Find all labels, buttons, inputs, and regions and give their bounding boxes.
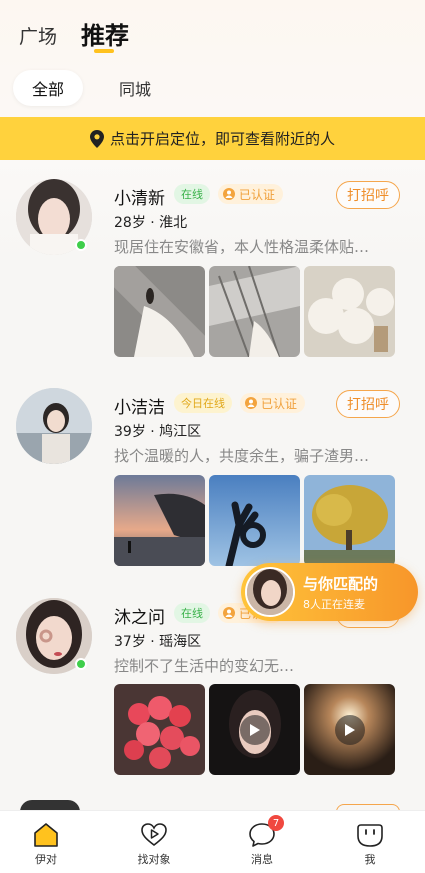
photo-thumbnail[interactable] [114,684,205,775]
nav-label: 找对象 [137,853,171,866]
user-name: 沐之问 [114,608,165,628]
photo-image [209,266,300,357]
photo-thumbnail[interactable] [114,475,205,566]
photo-thumbnail[interactable] [209,475,300,566]
face-icon [357,824,383,847]
location-banner[interactable]: 点击开启定位，即可查看附近的人 [0,117,425,160]
online-indicator [75,658,87,670]
tab-plaza[interactable]: 广场 [19,22,57,49]
match-avatar [245,567,295,617]
verified-icon [245,397,257,409]
status-badge: 在线 [174,603,210,623]
photo-image [209,475,300,566]
avatar[interactable] [16,179,92,255]
nav-label: 伊对 [35,853,57,866]
user-card[interactable]: 小洁洁 今日在线 已认证 打招呼 39岁 · 鸠江区 找个温暖的人，共度余生，骗… [0,385,425,575]
avatar[interactable] [16,388,92,464]
location-banner-text: 点击开启定位，即可查看附近的人 [109,130,335,148]
nav-item-find[interactable]: 找对象 [114,811,194,873]
photo-thumbnail[interactable] [304,475,395,566]
photo-image [304,475,395,566]
nav-item-home[interactable]: 伊对 [6,811,86,873]
nav-label: 我 [364,853,376,866]
verified-label: 已认证 [239,187,276,202]
user-card[interactable]: 沐之问 在线 已认证 打招呼 37岁 · 瑶海区 控制不了生活中的变幻无… [0,595,425,785]
age-location: 28岁 · 淮北 [114,215,188,231]
bio-text: 现居住在安徽省，本人性格温柔体贴… [114,238,370,256]
match-floating-button[interactable]: 与你匹配的 8人正在连麦 [241,563,418,621]
verified-badge: 已认证 [240,393,306,413]
top-tab-bar: 广场 推荐 [0,0,425,64]
status-badge: 今日在线 [174,393,232,413]
match-avatar-photo [247,569,293,615]
photo-thumbnail[interactable] [304,266,395,357]
photo-thumbnail[interactable] [114,266,205,357]
user-name: 小清新 [114,189,165,209]
bottom-nav-bar: 伊对 找对象 7 消息 我 [0,810,425,873]
location-pin-icon [89,129,104,148]
user-card[interactable]: 小清新 在线 已认证 打招呼 28岁 · 淮北 现居住在安徽省，本人性格温柔体贴… [0,176,425,366]
match-title: 与你匹配的 [303,575,379,593]
greet-button[interactable]: 打招呼 [336,390,400,418]
nav-item-me[interactable]: 我 [330,811,410,873]
verified-icon [223,188,235,200]
home-icon [34,823,58,847]
verified-badge: 已认证 [218,184,284,204]
tab-recommend[interactable]: 推荐 [81,16,129,51]
age-location: 37岁 · 瑶海区 [114,634,202,650]
status-badge: 在线 [174,184,210,204]
photo-image [114,684,205,775]
filter-all-button[interactable]: 全部 [13,70,83,106]
video-thumbnail[interactable] [209,684,300,775]
photo-image [304,266,395,357]
heart-play-icon [141,823,167,847]
nav-label: 消息 [251,853,273,866]
nav-item-messages[interactable]: 7 消息 [222,811,302,873]
play-icon[interactable] [240,715,270,745]
verified-label: 已认证 [261,396,298,411]
user-name: 小洁洁 [114,398,165,418]
avatar[interactable] [16,598,92,674]
greet-button[interactable]: 打招呼 [336,181,400,209]
photo-image [114,475,205,566]
app-screen: 广场 推荐 全部 同城 点击开启定位，即可查看附近的人 小清新 在线 已认证 打… [0,0,425,873]
age-location: 39岁 · 鸠江区 [114,424,202,440]
match-subtitle: 8人正在连麦 [303,598,365,611]
avatar-photo [16,388,92,464]
photo-image [114,266,205,357]
photo-row [114,266,395,357]
video-thumbnail[interactable] [304,684,395,775]
message-count-badge: 7 [268,815,284,831]
photo-thumbnail[interactable] [209,266,300,357]
bio-text: 控制不了生活中的变幻无… [114,657,295,675]
filter-city-button[interactable]: 同城 [100,70,170,106]
active-tab-indicator [94,49,114,53]
photo-row [114,684,395,775]
online-indicator [75,239,87,251]
verified-icon [223,607,235,619]
bio-text: 找个温暖的人，共度余生，骗子渣男… [114,447,370,465]
play-icon[interactable] [335,715,365,745]
photo-row [114,475,395,566]
